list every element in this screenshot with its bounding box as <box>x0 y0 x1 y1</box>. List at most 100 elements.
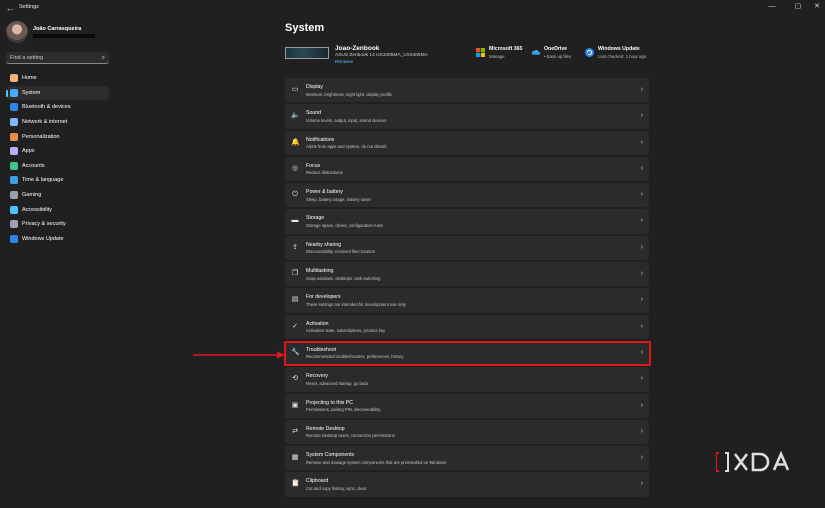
apps-icon <box>10 147 18 156</box>
card-subtitle: Volume levels, output, input, sound devi… <box>306 117 387 123</box>
sidebar-item-home[interactable]: Home <box>6 71 109 86</box>
chevron-right-icon: › <box>640 401 643 409</box>
globe-clock-icon <box>10 176 18 185</box>
chevron-right-icon: › <box>640 112 643 120</box>
onedrive-icon <box>531 49 540 55</box>
focus-icon: ◎ <box>291 164 299 172</box>
person-icon <box>10 161 18 170</box>
sidebar-item-personalization[interactable]: Personalization <box>6 129 109 144</box>
windows-update-status[interactable]: Windows Update Last checked: 1 hour ago <box>585 46 655 62</box>
status-sub: Manage <box>489 54 505 59</box>
sidebar-item-accounts[interactable]: Accounts <box>6 159 109 174</box>
monitor-icon <box>10 88 18 97</box>
card-subtitle: Sleep, battery usage, battery saver <box>306 196 371 202</box>
chevron-right-icon: › <box>640 138 643 146</box>
sidebar-item-gaming[interactable]: Gaming <box>6 188 109 203</box>
sidebar-item-system[interactable]: System <box>6 85 109 101</box>
microsoft-icon <box>476 48 485 57</box>
card-title: Sound <box>306 110 322 117</box>
sidebar-item-label: System <box>22 89 41 96</box>
status-title: OneDrive <box>544 46 568 52</box>
settings-card-projecting-to-this-pc[interactable]: ▣ Projecting to this PC Permissions, pairi… <box>285 393 649 418</box>
chevron-right-icon: › <box>640 191 643 199</box>
chevron-right-icon: › <box>640 86 643 93</box>
card-subtitle: Activation state, subscriptions, product… <box>306 328 386 334</box>
back-arrow-icon[interactable]: ← <box>5 3 15 13</box>
bell-icon: 🔔 <box>291 138 300 146</box>
settings-card-recovery[interactable]: ⟲ Recovery Reset, advanced startup, go bac… <box>285 367 649 392</box>
windows-update-icon <box>10 234 18 243</box>
activation-icon: ✓ <box>292 322 298 330</box>
sidebar-item-label: Accessibility <box>22 206 52 213</box>
avatar[interactable] <box>6 21 28 43</box>
chevron-right-icon: › <box>640 164 643 172</box>
settings-card-remote-desktop[interactable]: ⇄ Remote Desktop Remote Desktop users, con… <box>285 419 649 445</box>
sidebar-item-apps[interactable]: Apps <box>6 144 109 159</box>
card-subtitle: Reduce distractions <box>306 170 343 176</box>
settings-card-storage[interactable]: ▬ Storage Storage space, drives, configura… <box>285 209 649 234</box>
windows-update-icon <box>585 48 594 57</box>
settings-card-system-components[interactable]: ▦ System Components Remove and manage syst… <box>285 446 649 471</box>
card-title: Recovery <box>306 373 328 380</box>
rename-link[interactable]: Rename <box>335 60 353 65</box>
sidebar-item-label: Home <box>22 75 37 82</box>
search-icon[interactable]: ⌕ <box>102 54 105 62</box>
bluetooth-icon <box>10 103 18 112</box>
card-title: Activation <box>306 320 329 327</box>
sidebar-item-time-language[interactable]: Time & language <box>6 173 109 188</box>
wifi-icon <box>10 118 18 127</box>
microsoft-365-status[interactable]: Microsoft 365 Manage <box>476 46 536 62</box>
close-button[interactable]: ✕ <box>811 2 823 12</box>
settings-card-clipboard[interactable]: 📋 Clipboard Cut and copy history, sync, cl… <box>285 472 649 497</box>
card-subtitle: Remove and manage system components that… <box>306 459 447 465</box>
settings-card-sound[interactable]: 🔈 Sound Volume levels, output, input, soun… <box>285 104 649 129</box>
sidebar-item-label: Personalization <box>22 133 60 140</box>
maximize-button[interactable]: ▢ <box>792 2 804 12</box>
settings-card-for-developers[interactable]: ▤ For developers These settings are intend… <box>285 288 649 313</box>
status-sub: • Back up files <box>544 54 572 59</box>
accessibility-icon <box>10 205 18 214</box>
sidebar-item-privacy-security[interactable]: Privacy & security <box>6 217 109 232</box>
settings-card-notifications[interactable]: 🔔 Notifications Alerts from apps and syste… <box>285 130 649 155</box>
recovery-icon: ⟲ <box>292 375 298 383</box>
profile-name: João Carrasqueira <box>33 26 82 32</box>
status-title: Microsoft 365 <box>489 46 523 52</box>
sidebar-item-bluetooth-devices[interactable]: Bluetooth & devices <box>6 100 109 115</box>
sidebar-item-network-internet[interactable]: Network & internet <box>6 115 109 130</box>
settings-card-nearby-sharing[interactable]: ⇪ Nearby sharing Discoverability, received… <box>285 235 649 261</box>
settings-card-activation[interactable]: ✓ Activation Activation state, subscriptio… <box>285 314 649 339</box>
card-title: Display <box>306 84 324 90</box>
card-title: Focus <box>306 162 321 169</box>
multitask-icon: ❐ <box>291 270 299 278</box>
sidebar-item-label: Apps <box>22 148 35 155</box>
sidebar-item-windows-update[interactable]: Windows Update <box>6 232 109 247</box>
search-box[interactable]: ⌕ <box>6 52 109 64</box>
card-subtitle: Storage space, drives, configuration rul… <box>306 222 384 228</box>
device-model: ASUS Zenbook 14 UX3405MA_UX3405MA <box>335 53 428 58</box>
card-title: Multitasking <box>306 268 334 275</box>
remote-desktop-icon: ⇄ <box>292 427 298 435</box>
card-subtitle: Discoverability, received files location <box>306 249 376 255</box>
troubleshoot-highlight <box>283 340 651 366</box>
settings-card-list: ▭ Display Monitors, brightness, night ligh… <box>285 78 649 499</box>
sidebar-item-label: Time & language <box>22 177 64 184</box>
chevron-right-icon: › <box>640 480 643 488</box>
card-title: Projecting to this PC <box>306 399 353 406</box>
sidebar-item-accessibility[interactable]: Accessibility <box>6 202 109 217</box>
power-icon: ⏻ <box>292 191 298 199</box>
card-title: Notifications <box>306 136 335 143</box>
share-icon: ⇪ <box>292 243 298 251</box>
app-title: Settings <box>19 4 39 10</box>
settings-card-display[interactable]: ▭ Display Monitors, brightness, night ligh… <box>285 78 649 103</box>
chevron-right-icon: › <box>640 322 643 330</box>
card-title: Storage <box>306 215 325 222</box>
card-title: For developers <box>306 294 341 301</box>
clipboard-icon: 📋 <box>291 480 300 488</box>
card-title: Clipboard <box>306 478 329 485</box>
settings-card-power-battery[interactable]: ⏻ Power & battery Sleep, battery usage, ba… <box>285 183 649 208</box>
search-input[interactable] <box>10 54 96 62</box>
settings-card-multitasking[interactable]: ❐ Multitasking Snap windows, desktops, tas… <box>285 262 649 287</box>
settings-card-focus[interactable]: ◎ Focus Reduce distractions › <box>285 156 649 182</box>
onedrive-status[interactable]: OneDrive • Back up files <box>531 46 581 62</box>
minimize-button[interactable]: — <box>766 2 778 12</box>
